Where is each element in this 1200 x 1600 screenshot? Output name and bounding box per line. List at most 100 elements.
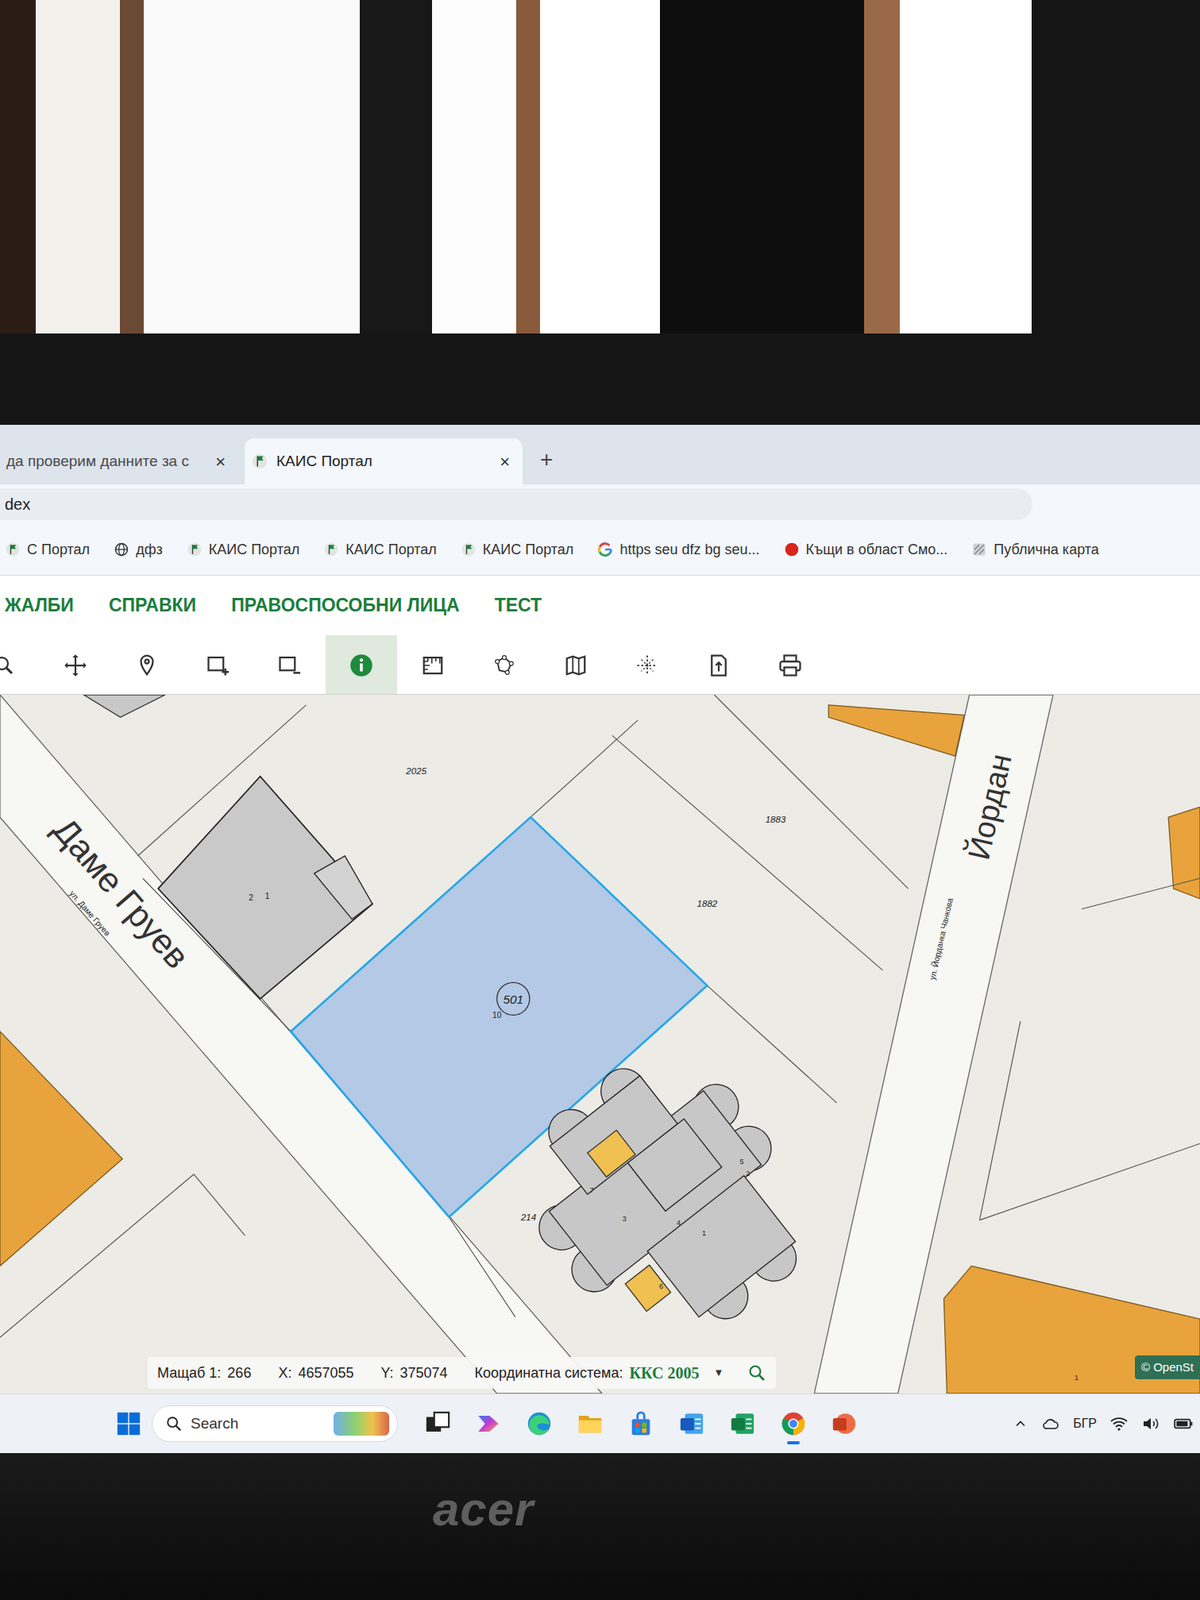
street-sign: ул. Йорданка Чанкова (926, 896, 955, 981)
kais-bookmark-icon (4, 541, 21, 558)
search-icon (747, 1363, 767, 1383)
browser-tab[interactable]: КАИС Портал× (244, 438, 523, 485)
building-number: 6 (659, 1282, 664, 1291)
speaker-icon (1141, 1414, 1161, 1434)
windows-logo-icon (115, 1410, 143, 1438)
toolbar-row (0, 635, 1200, 695)
copilot-icon (474, 1410, 502, 1438)
street-name: Йордан (960, 750, 1018, 863)
rect-minus-icon (277, 653, 302, 678)
red-bookmark-icon (783, 541, 800, 558)
y-value: 375074 (400, 1362, 448, 1385)
battery-icon (1172, 1413, 1194, 1435)
menu-item[interactable]: ТЕСТ (494, 591, 542, 620)
taskbar-app[interactable] (421, 1400, 454, 1448)
bookmark[interactable]: КАИС Портал (460, 539, 575, 561)
browser-tab[interactable]: да проверим данните за с × (0, 438, 239, 485)
taskview-icon (424, 1410, 452, 1438)
building-part (627, 1118, 722, 1212)
close-tab-button[interactable]: × (499, 448, 510, 475)
info-icon (349, 653, 374, 678)
tool-button[interactable] (182, 635, 255, 695)
search-icon (165, 1415, 183, 1433)
status-bar: Мащаб 1:266X:4657055Y:375074Координатна … (147, 1357, 776, 1390)
tool-button[interactable] (254, 635, 326, 695)
taskbar-app[interactable] (523, 1400, 556, 1448)
taskbar-app[interactable] (574, 1400, 606, 1448)
building-part (625, 1265, 671, 1312)
wifi-icon (1109, 1414, 1129, 1434)
crs-value[interactable]: ККС 2005 (629, 1361, 700, 1386)
building-number: 3 (622, 1215, 627, 1224)
tool-button[interactable] (397, 635, 469, 695)
building (943, 1265, 1200, 1394)
menu-item[interactable]: СПРАВКИ (108, 591, 197, 620)
tool-button[interactable] (39, 635, 112, 695)
bookmark[interactable]: КАИС Портал (323, 539, 437, 561)
globe-bookmark-icon (113, 541, 130, 558)
bookmark[interactable]: Публична карта (971, 539, 1099, 561)
tool-button[interactable] (682, 635, 755, 695)
parcel-boundary (713, 694, 908, 889)
input-language[interactable]: БГР (1072, 1414, 1097, 1434)
parcel-number: 1883 (765, 814, 787, 825)
building-number: 7 (590, 1186, 595, 1195)
main-menu: ЖАЛБИ СПРАВКИ ПРАВОСПОСОБНИ ЛИЦА ТЕСТ (0, 575, 1200, 636)
taskbar-search[interactable]: Search (151, 1405, 398, 1443)
start-button[interactable] (115, 1410, 143, 1438)
tool-button[interactable] (0, 635, 40, 695)
bookmark[interactable]: С Портал (4, 539, 90, 561)
tool-button[interactable] (754, 635, 826, 695)
menu-item[interactable]: ПРАВОСПОСОБНИ ЛИЦА (231, 591, 460, 620)
building (158, 776, 373, 1000)
tool-button[interactable] (611, 635, 683, 695)
bookmark-label: КАИС Портал (208, 539, 301, 561)
tab-label: да проверим данните за с (6, 450, 208, 474)
crs-dropdown[interactable]: ▼ (713, 1365, 724, 1382)
cadastral-map[interactable]: 215011073415262025188318822141Даме Груев… (0, 694, 1200, 1394)
x-label: X: (277, 1362, 292, 1385)
tool-button[interactable] (540, 635, 612, 695)
menu-item[interactable]: ЖАЛБИ (4, 591, 74, 620)
rect-plus-icon (206, 653, 231, 678)
building-number: 2 (248, 894, 254, 903)
new-tab-button[interactable]: + (522, 443, 553, 485)
powerpoint-icon (830, 1410, 858, 1438)
taskbar-app[interactable] (828, 1400, 861, 1448)
search-highlight-picture (333, 1412, 390, 1436)
bookmark-label: Къщи в област Смо... (806, 539, 949, 561)
taskbar-app[interactable] (625, 1400, 657, 1448)
scale-label: Мащаб 1: (157, 1362, 221, 1385)
map-view[interactable]: 215011073415262025188318822141Даме Груев… (0, 694, 1200, 1394)
tool-button[interactable] (325, 635, 398, 695)
tool-button[interactable] (468, 635, 541, 695)
bookmarks-bar: С Портал дфз КАИС Портал КАИС Портал КАИС По… (0, 524, 1200, 576)
background-photo (0, 0, 1200, 334)
parcel-boundary (1081, 878, 1200, 910)
bookmark[interactable]: Къщи в област Смо... (783, 539, 949, 561)
tool-button[interactable] (111, 635, 183, 695)
map-bookmark-icon (971, 541, 988, 558)
bookmark[interactable]: КАИС Портал (186, 539, 301, 561)
bookmark[interactable]: https seu dfz bg seu... (597, 539, 760, 561)
export-icon (706, 653, 731, 678)
laptop-bezel-bottom: acer (0, 1453, 1200, 1600)
street-sign: ул. Даме Груев (67, 889, 112, 938)
parcel-sub-number: 10 (492, 1010, 502, 1020)
kais-bookmark-icon (460, 541, 477, 558)
taskbar-app[interactable] (777, 1400, 810, 1448)
bookmark[interactable]: дфз (113, 539, 163, 561)
taskbar-app[interactable] (726, 1400, 759, 1448)
close-tab-button[interactable]: × (215, 448, 226, 475)
bookmark-label: КАИС Портал (345, 539, 437, 561)
cloud-icon (1041, 1414, 1061, 1434)
kais-logo-icon (250, 452, 269, 471)
url-field[interactable]: dex (0, 488, 1033, 521)
taskbar-app[interactable] (675, 1400, 708, 1448)
building-part (587, 1130, 636, 1177)
url-text: dex (4, 492, 31, 517)
word-icon (678, 1410, 706, 1438)
bookmark-label: С Портал (27, 539, 90, 561)
building-number: 4 (676, 1219, 681, 1228)
taskbar-app[interactable] (472, 1400, 505, 1448)
